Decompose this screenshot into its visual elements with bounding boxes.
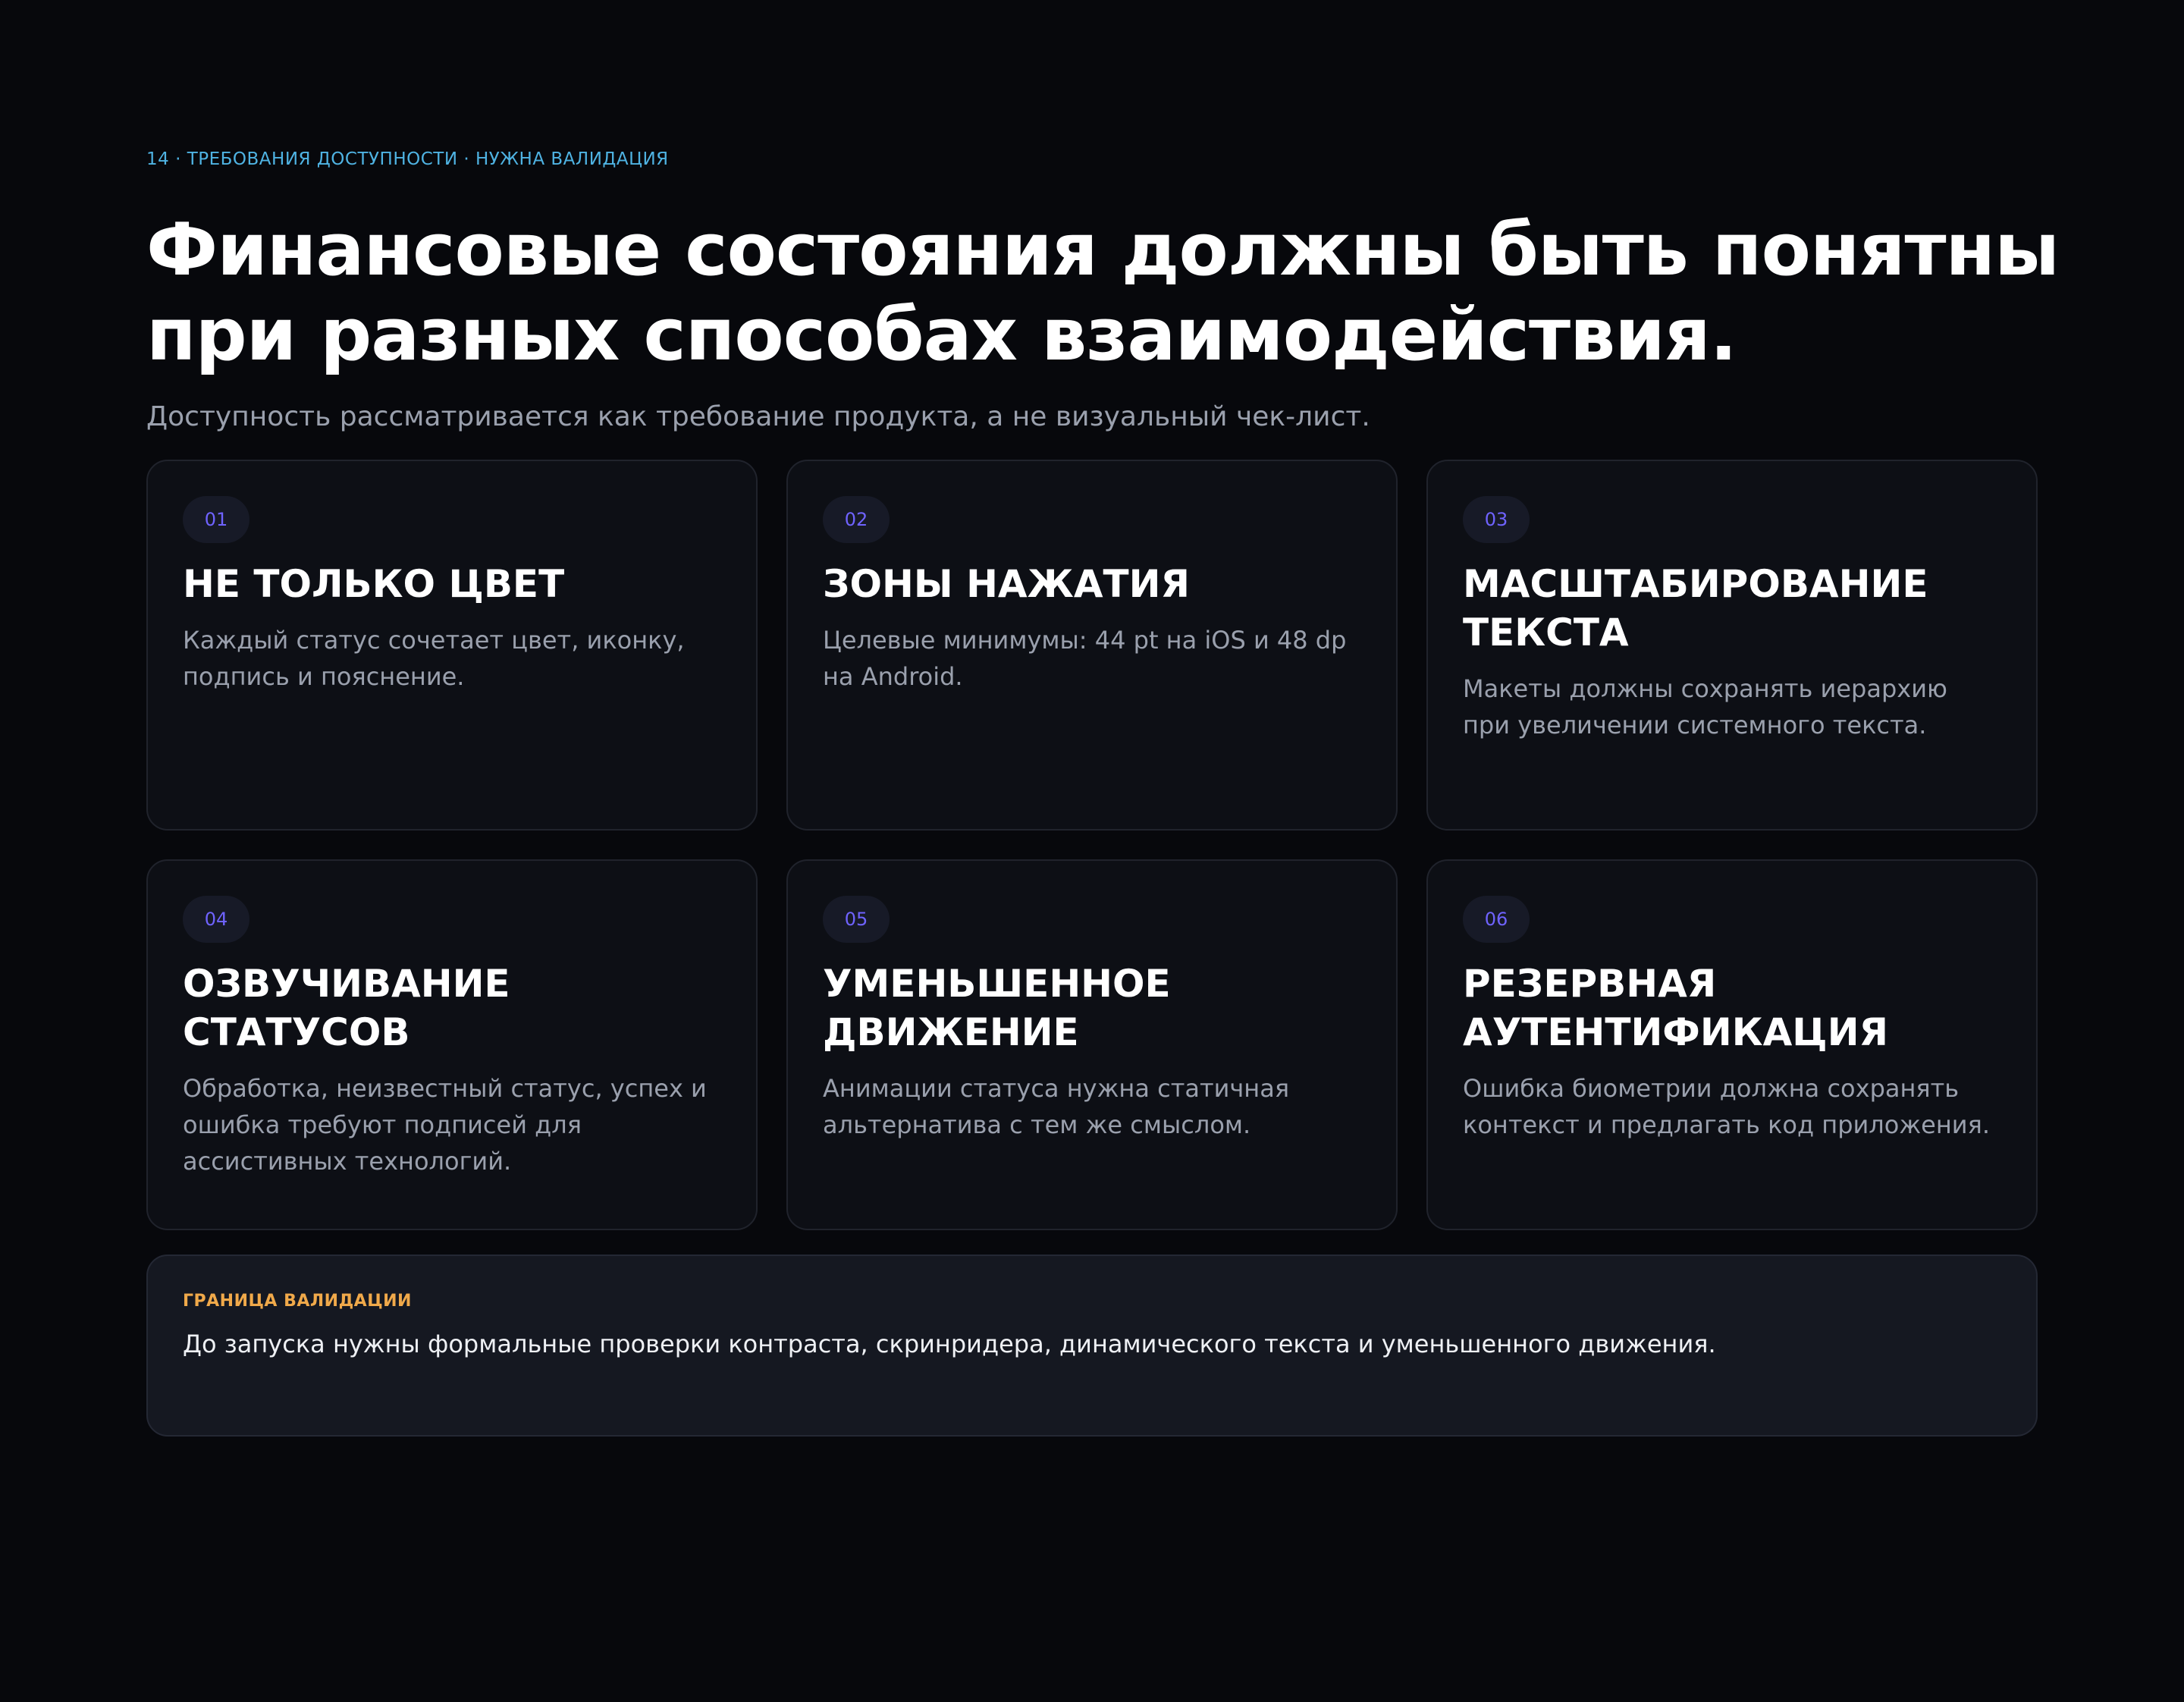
slide: 14 · ТРЕБОВАНИЯ ДОСТУПНОСТИ · НУЖНА ВАЛИ… [0, 0, 2184, 1702]
card-title: ЗОНЫ НАЖАТИЯ [823, 562, 1190, 606]
card-title: ОЗВУЧИВАНИЕ СТАТУСОВ [183, 962, 510, 1054]
requirements-grid: 01 НЕ ТОЛЬКО ЦВЕТ Каждый статус сочетает… [146, 460, 2038, 1230]
card-number-badge: 04 [183, 896, 249, 943]
requirement-card: 04 ОЗВУЧИВАНИЕ СТАТУСОВ Обработка, неизв… [146, 859, 758, 1230]
card-description: Обработка, неизвестный статус, успех и о… [183, 1074, 707, 1176]
callout-label: ГРАНИЦА ВАЛИДАЦИИ [183, 1292, 412, 1311]
validation-callout: ГРАНИЦА ВАЛИДАЦИИ До запуска нужны форма… [146, 1255, 2038, 1437]
card-title: НЕ ТОЛЬКО ЦВЕТ [183, 562, 565, 606]
card-title: УМЕНЬШЕННОЕ ДВИЖЕНИЕ [823, 962, 1171, 1054]
card-number-badge: 02 [823, 496, 890, 543]
requirement-card: 02 ЗОНЫ НАЖАТИЯ Целевые минимумы: 44 pt … [786, 460, 1398, 831]
requirement-card: 01 НЕ ТОЛЬКО ЦВЕТ Каждый статус сочетает… [146, 460, 758, 831]
requirement-card: 06 РЕЗЕРВНАЯ АУТЕНТИФИКАЦИЯ Ошибка биоме… [1426, 859, 2038, 1230]
card-number-badge: 05 [823, 896, 890, 943]
requirement-card: 03 МАСШТАБИРОВАНИЕ ТЕКСТА Макеты должны … [1426, 460, 2038, 831]
section-eyebrow: 14 · ТРЕБОВАНИЯ ДОСТУПНОСТИ · НУЖНА ВАЛИ… [146, 149, 669, 169]
card-number-badge: 01 [183, 496, 249, 543]
callout-text: До запуска нужны формальные проверки кон… [183, 1330, 1716, 1358]
page-subtitle: Доступность рассматривается как требован… [146, 401, 1370, 432]
page-title: Финансовые состояния должны быть понятны… [146, 209, 2060, 377]
card-number-badge: 03 [1463, 496, 1530, 543]
card-description: Каждый статус сочетает цвет, иконку, под… [183, 626, 685, 691]
requirement-card: 05 УМЕНЬШЕННОЕ ДВИЖЕНИЕ Анимации статуса… [786, 859, 1398, 1230]
card-description: Целевые минимумы: 44 pt на iOS и 48 dp н… [823, 626, 1347, 691]
card-title: МАСШТАБИРОВАНИЕ ТЕКСТА [1463, 562, 1928, 655]
card-description: Макеты должны сохранять иерархию при уве… [1463, 674, 1947, 740]
card-description: Ошибка биометрии должна сохранять контек… [1463, 1074, 1990, 1139]
card-description: Анимации статуса нужна статичная альтерн… [823, 1074, 1290, 1139]
card-number-badge: 06 [1463, 896, 1530, 943]
card-title: РЕЗЕРВНАЯ АУТЕНТИФИКАЦИЯ [1463, 962, 1889, 1054]
